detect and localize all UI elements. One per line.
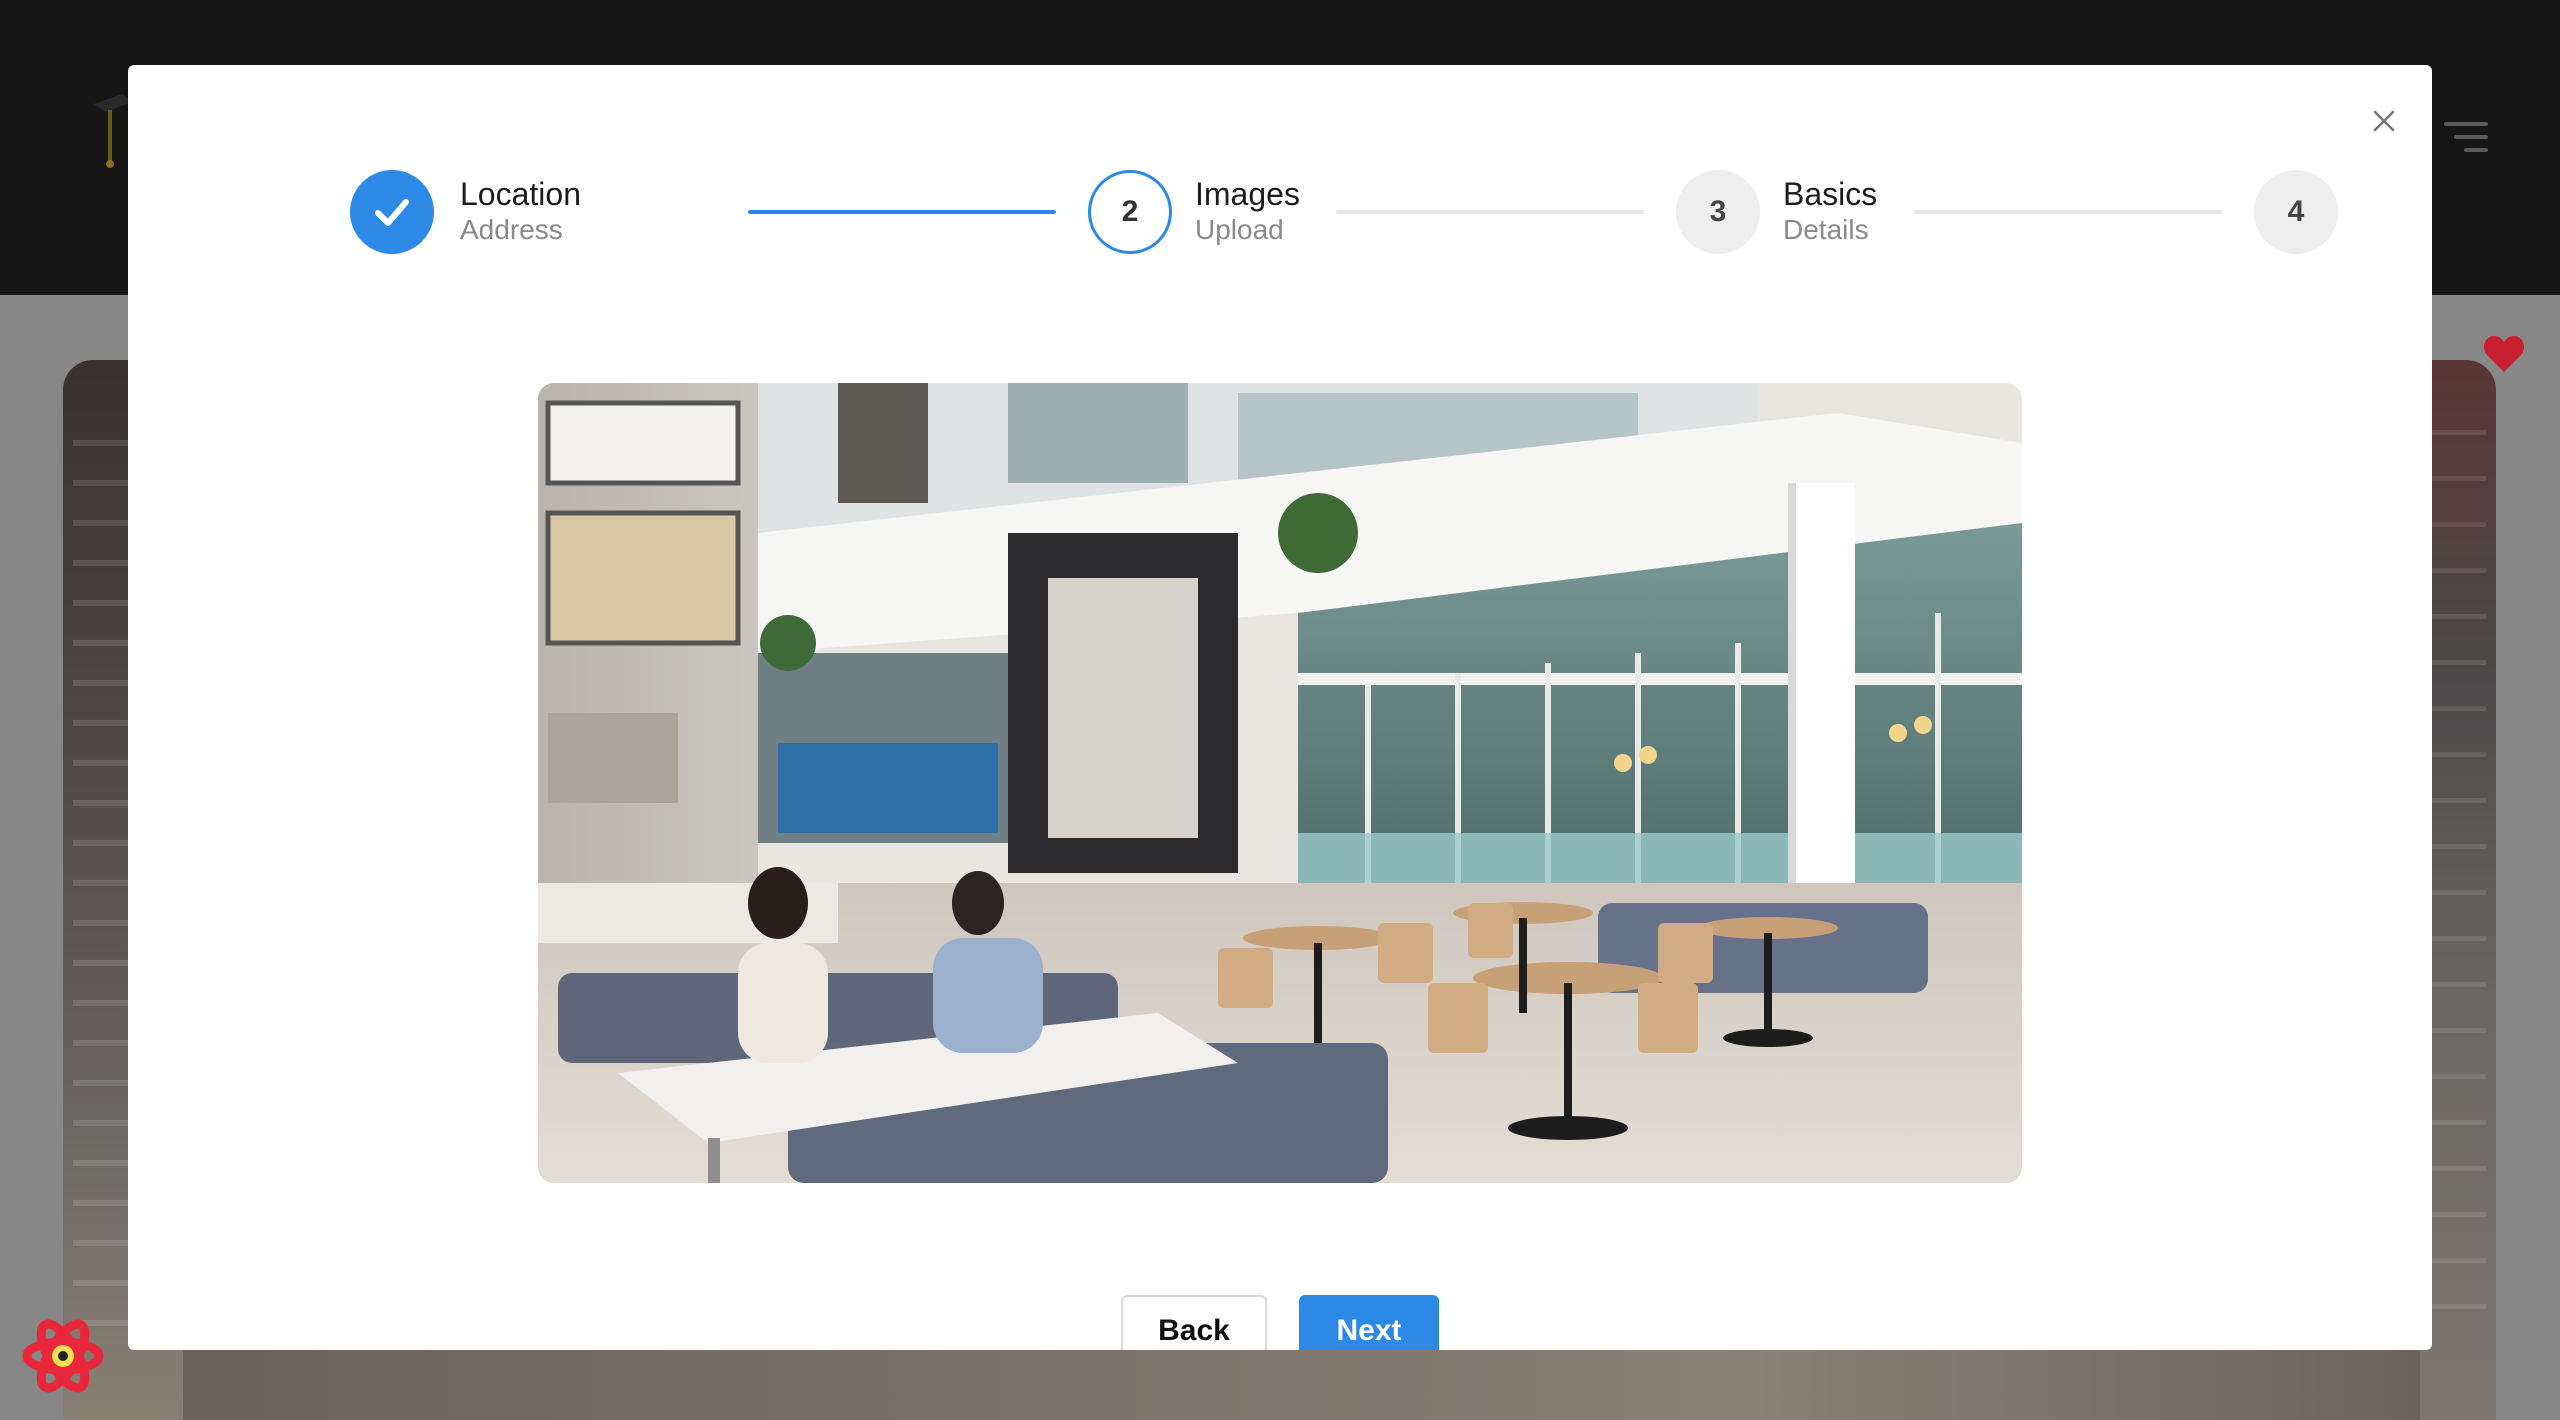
check-icon — [375, 199, 409, 226]
back-button[interactable]: Back — [1121, 1295, 1267, 1350]
step-2-indicator[interactable]: 2 — [1088, 170, 1172, 254]
wizard-stepper: Location Address 2 Images Upload 3 Basic… — [350, 170, 2338, 254]
next-button[interactable]: Next — [1299, 1295, 1439, 1350]
graduation-cap-logo[interactable] — [92, 92, 132, 172]
step-1-subtitle: Address — [460, 214, 563, 245]
heart-icon[interactable] — [2482, 332, 2526, 376]
upload-wizard-modal: Location Address 2 Images Upload 3 Basic… — [128, 65, 2432, 1350]
step-2-title: Images — [1195, 176, 1300, 212]
uploaded-image-preview — [538, 383, 2022, 1183]
step-3-subtitle: Details — [1783, 214, 1869, 245]
close-icon — [2373, 110, 2395, 132]
close-button[interactable] — [2364, 101, 2404, 141]
react-devtools-icon[interactable] — [22, 1318, 104, 1394]
step-1-title: Location — [460, 176, 581, 212]
step-3-indicator[interactable]: 3 — [1676, 170, 1760, 254]
hamburger-menu-icon[interactable] — [2444, 122, 2488, 154]
step-connector-2 — [1336, 210, 1644, 214]
step-2-subtitle: Upload — [1195, 214, 1284, 245]
step-connector-1 — [748, 210, 1056, 214]
step-connector-3 — [1914, 210, 2222, 214]
listing-card-bottom — [183, 1350, 2420, 1420]
step-1-indicator[interactable] — [350, 170, 434, 254]
step-3-title: Basics — [1783, 176, 1878, 212]
step-4-indicator[interactable]: 4 — [2254, 170, 2338, 254]
